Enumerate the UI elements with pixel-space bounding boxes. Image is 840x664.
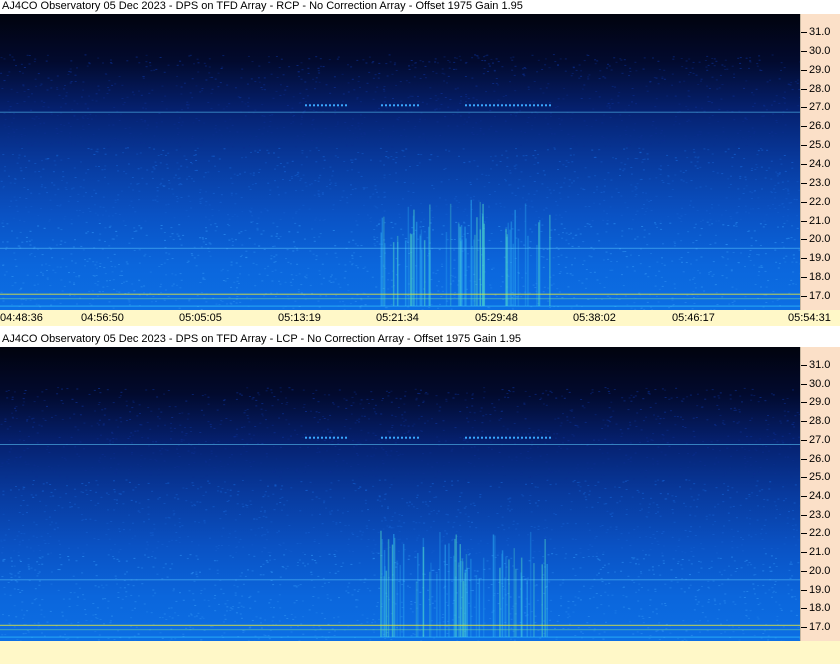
frequency-tick <box>801 51 807 52</box>
spectrograph-window: AJ4CO Observatory 05 Dec 2023 - DPS on T… <box>0 0 840 664</box>
frequency-tick <box>801 107 807 108</box>
frequency-tick <box>801 627 807 628</box>
frequency-tick <box>801 258 807 259</box>
frequency-label: 24.0 <box>809 158 831 170</box>
frequency-label: 25.0 <box>809 471 831 483</box>
time-label: 05:46:17 <box>672 312 715 324</box>
interference-line <box>0 629 800 631</box>
frequency-tick <box>801 608 807 609</box>
interference-line <box>0 579 800 581</box>
interference-line <box>0 298 800 300</box>
frequency-label: 24.0 <box>809 490 831 502</box>
frequency-tick <box>801 459 807 460</box>
interference-line <box>0 293 800 295</box>
frequency-label: 29.0 <box>809 64 831 76</box>
frequency-label: 25.0 <box>809 139 831 151</box>
frequency-label: 29.0 <box>809 396 831 408</box>
spectrogram-lcp-canvas <box>0 347 800 641</box>
frequency-tick <box>801 365 807 366</box>
time-label: 04:48:36 <box>0 312 43 324</box>
frequency-tick <box>801 32 807 33</box>
frequency-tick <box>801 421 807 422</box>
frequency-label: 27.0 <box>809 101 831 113</box>
frequency-label: 30.0 <box>809 378 831 390</box>
bottom-strip <box>0 641 840 664</box>
frequency-axis-rcp: 31.0 30.0 29.0 28.0 27.0 26.0 25.0 24.0 23.0 22.0… <box>800 14 840 310</box>
frequency-tick <box>801 70 807 71</box>
frequency-label: 26.0 <box>809 120 831 132</box>
interference-line <box>0 636 800 638</box>
time-label: 05:38:02 <box>573 312 616 324</box>
frequency-label: 22.0 <box>809 196 831 208</box>
frequency-tick <box>801 402 807 403</box>
time-label: 04:56:50 <box>81 312 124 324</box>
frequency-tick <box>801 202 807 203</box>
time-axis: 04:48:36 04:56:50 05:05:05 05:13:19 05:21:34… <box>0 310 840 326</box>
frequency-label: 27.0 <box>809 434 831 446</box>
frequency-tick <box>801 221 807 222</box>
interference-line <box>0 111 800 113</box>
frequency-tick <box>801 296 807 297</box>
interference-line <box>0 624 800 626</box>
frequency-tick <box>801 477 807 478</box>
frequency-tick <box>801 183 807 184</box>
frequency-tick <box>801 496 807 497</box>
frequency-tick <box>801 126 807 127</box>
time-label: 05:54:31 <box>788 312 831 324</box>
frequency-label: 26.0 <box>809 453 831 465</box>
frequency-tick <box>801 552 807 553</box>
frequency-axis-lcp: 31.0 30.0 29.0 28.0 27.0 26.0 25.0 24.0 23.0 22.0… <box>800 347 840 641</box>
frequency-tick <box>801 515 807 516</box>
frequency-tick <box>801 89 807 90</box>
frequency-tick <box>801 277 807 278</box>
frequency-label: 28.0 <box>809 83 831 95</box>
time-label: 05:29:48 <box>475 312 518 324</box>
frequency-tick <box>801 145 807 146</box>
frequency-tick <box>801 440 807 441</box>
time-label: 05:13:19 <box>278 312 321 324</box>
frequency-label: 23.0 <box>809 509 831 521</box>
frequency-label: 23.0 <box>809 177 831 189</box>
frequency-label: 18.0 <box>809 602 831 614</box>
panel-title-rcp: AJ4CO Observatory 05 Dec 2023 - DPS on T… <box>0 0 800 14</box>
frequency-label: 19.0 <box>809 584 831 596</box>
spectrogram-lcp <box>0 347 800 641</box>
panel-title-lcp: AJ4CO Observatory 05 Dec 2023 - DPS on T… <box>0 333 800 347</box>
frequency-tick <box>801 164 807 165</box>
time-label: 05:05:05 <box>179 312 222 324</box>
frequency-label: 19.0 <box>809 252 831 264</box>
frequency-label: 17.0 <box>809 290 831 302</box>
frequency-tick <box>801 384 807 385</box>
frequency-tick <box>801 590 807 591</box>
frequency-label: 17.0 <box>809 621 831 633</box>
interference-line <box>0 305 800 307</box>
frequency-label: 21.0 <box>809 546 831 558</box>
frequency-label: 20.0 <box>809 233 831 245</box>
interference-line <box>0 247 800 249</box>
frequency-tick <box>801 571 807 572</box>
frequency-label: 31.0 <box>809 359 831 371</box>
spectrogram-rcp <box>0 14 800 310</box>
frequency-label: 21.0 <box>809 215 831 227</box>
frequency-label: 20.0 <box>809 565 831 577</box>
spectrogram-background <box>0 14 800 310</box>
frequency-label: 28.0 <box>809 415 831 427</box>
frequency-tick <box>801 239 807 240</box>
time-label: 05:21:34 <box>376 312 419 324</box>
spectrogram-rcp-canvas <box>0 14 800 310</box>
frequency-label: 22.0 <box>809 527 831 539</box>
frequency-label: 31.0 <box>809 26 831 38</box>
interference-line <box>0 444 800 445</box>
frequency-label: 18.0 <box>809 271 831 283</box>
frequency-tick <box>801 533 807 534</box>
frequency-label: 30.0 <box>809 45 831 57</box>
